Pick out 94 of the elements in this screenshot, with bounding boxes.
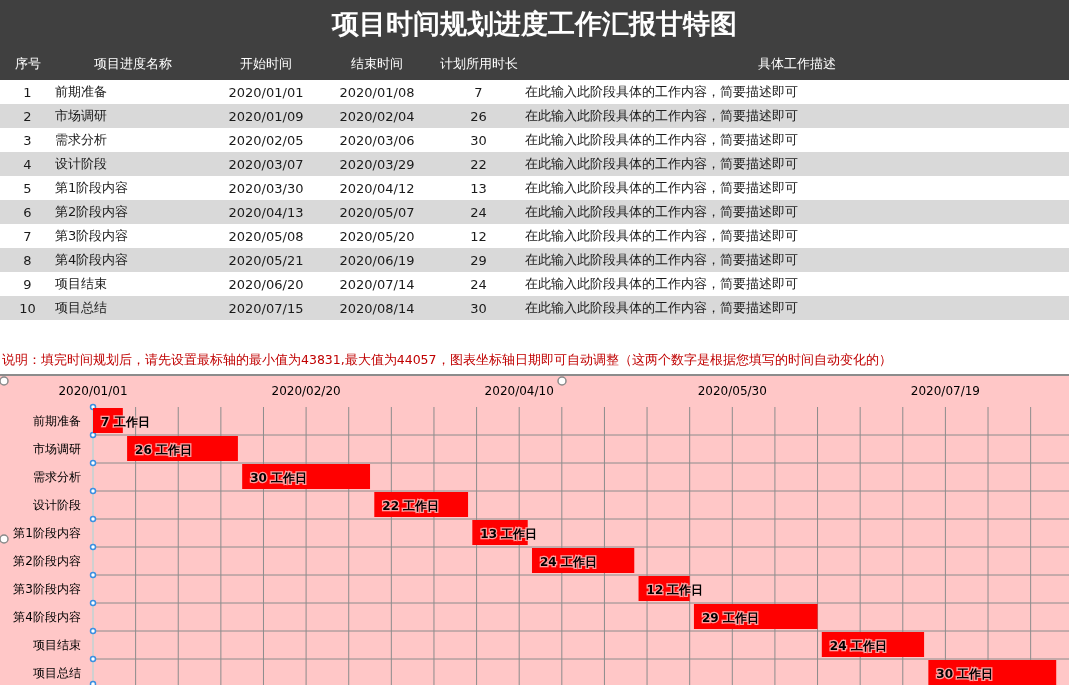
category-label: 项目总结: [33, 666, 81, 680]
table-cell: 2020/03/07: [210, 152, 322, 176]
column-header: 计划所用时长: [432, 48, 525, 80]
category-label: 设计阶段: [33, 498, 81, 512]
table-cell: 6: [0, 200, 55, 224]
table-cell: 2020/05/20: [322, 224, 432, 248]
gantt-bar: [638, 576, 690, 601]
table-cell: 9: [0, 272, 55, 296]
table-cell: 2020/05/08: [210, 224, 322, 248]
table-cell: 29: [432, 248, 525, 272]
table-cell: 2020/01/08: [322, 80, 432, 104]
category-label: 市场调研: [33, 442, 81, 456]
table-cell: 在此输入此阶段具体的工作内容，简要描述即可: [525, 296, 1069, 320]
category-label: 项目结束: [33, 638, 81, 652]
table-cell: 3: [0, 128, 55, 152]
data-label: 24 工作日: [540, 555, 597, 569]
table-cell: 26: [432, 104, 525, 128]
column-header: 结束时间: [322, 48, 432, 80]
table-cell: 在此输入此阶段具体的工作内容，简要描述即可: [525, 176, 1069, 200]
axis-tick-label: 2020/07/19: [910, 384, 980, 398]
table-cell: 30: [432, 296, 525, 320]
table-cell: 30: [432, 128, 525, 152]
table-cell: 2020/06/20: [210, 272, 322, 296]
table-cell: 在此输入此阶段具体的工作内容，简要描述即可: [525, 128, 1069, 152]
table-cell: 在此输入此阶段具体的工作内容，简要描述即可: [525, 248, 1069, 272]
category-label: 第3阶段内容: [13, 582, 81, 596]
category-label: 第2阶段内容: [13, 554, 81, 568]
instruction-note: 说明：填完时间规划后，请先设置最标轴的最小值为43831,最大值为44057，图表坐标轴日期即可自动调整（这两个数字是根据您填写的时间自动变化的）: [2, 351, 892, 369]
axis-tick-label: 2020/05/30: [697, 384, 767, 398]
column-header: 具体工作描述: [525, 48, 1069, 80]
category-label: 第4阶段内容: [13, 610, 81, 624]
table-cell: 2020/04/12: [322, 176, 432, 200]
table-cell: 项目结束: [55, 272, 210, 296]
table-cell: 1: [0, 80, 55, 104]
table-cell: 24: [432, 200, 525, 224]
data-label: 29 工作日: [701, 611, 759, 625]
column-header: 序号: [0, 48, 55, 80]
table-cell: 在此输入此阶段具体的工作内容，简要描述即可: [525, 104, 1069, 128]
page-title: 项目时间规划进度工作汇报甘特图: [332, 7, 737, 41]
table-cell: 设计阶段: [55, 152, 210, 176]
table-cell: 2020/04/13: [210, 200, 322, 224]
table-cell: 前期准备: [55, 80, 210, 104]
axis-tick-label: 2020/02/20: [271, 384, 341, 398]
table-cell: 在此输入此阶段具体的工作内容，简要描述即可: [525, 152, 1069, 176]
axis-tick-label: 2020/04/10: [484, 384, 554, 398]
table-cell: 在此输入此阶段具体的工作内容，简要描述即可: [525, 200, 1069, 224]
table-cell: 22: [432, 152, 525, 176]
table-cell: 2020/07/14: [322, 272, 432, 296]
table-cell: 5: [0, 176, 55, 200]
table-cell: 2020/03/29: [322, 152, 432, 176]
resize-handle[interactable]: [0, 376, 9, 386]
table-cell: 在此输入此阶段具体的工作内容，简要描述即可: [525, 272, 1069, 296]
table-cell: 8: [0, 248, 55, 272]
column-header: 项目进度名称: [55, 48, 210, 80]
table-cell: 需求分析: [55, 128, 210, 152]
table-cell: 第1阶段内容: [55, 176, 210, 200]
table-cell: 2020/02/05: [210, 128, 322, 152]
table-cell: 10: [0, 296, 55, 320]
table-cell: 项目总结: [55, 296, 210, 320]
table-cell: 12: [432, 224, 525, 248]
data-label: 30 工作日: [250, 471, 308, 485]
table-cell: 第3阶段内容: [55, 224, 210, 248]
table-cell: 24: [432, 272, 525, 296]
axis-tick-label: 2020/01/01: [58, 384, 128, 398]
data-label: 24 工作日: [829, 639, 887, 653]
table-cell: 2020/03/30: [210, 176, 322, 200]
table-cell: 第4阶段内容: [55, 248, 210, 272]
category-label: 第1阶段内容: [13, 526, 81, 540]
table-cell: 第2阶段内容: [55, 200, 210, 224]
table-cell: 2020/01/01: [210, 80, 322, 104]
resize-handle[interactable]: [0, 534, 9, 544]
data-label: 22 工作日: [382, 499, 440, 513]
table-cell: 2020/06/19: [322, 248, 432, 272]
table-cell: 2020/05/21: [210, 248, 322, 272]
table-cell: 2020/02/04: [322, 104, 432, 128]
table-cell: 2020/05/07: [322, 200, 432, 224]
table-cell: 7: [0, 224, 55, 248]
table-cell: 13: [432, 176, 525, 200]
table-cell: 2: [0, 104, 55, 128]
table-cell: 市场调研: [55, 104, 210, 128]
table-cell: 在此输入此阶段具体的工作内容，简要描述即可: [525, 80, 1069, 104]
table-cell: 在此输入此阶段具体的工作内容，简要描述即可: [525, 224, 1069, 248]
table-cell: 7: [432, 80, 525, 104]
table-cell: 2020/01/09: [210, 104, 322, 128]
column-header: 开始时间: [210, 48, 322, 80]
table-cell: 2020/07/15: [210, 296, 322, 320]
table-cell: 2020/08/14: [322, 296, 432, 320]
category-label: 前期准备: [33, 414, 81, 428]
resize-handle[interactable]: [557, 376, 567, 386]
category-label: 需求分析: [33, 470, 81, 484]
data-label: 26 工作日: [135, 443, 192, 457]
data-label: 30 工作日: [936, 667, 994, 681]
table-cell: 2020/03/06: [322, 128, 432, 152]
table-cell: 4: [0, 152, 55, 176]
